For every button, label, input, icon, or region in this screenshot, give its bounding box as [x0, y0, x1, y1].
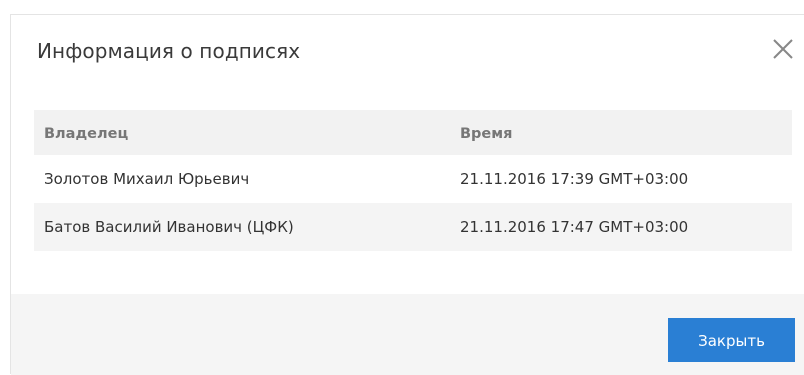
column-header-time: Время	[460, 126, 513, 142]
table-header: Владелец Время	[34, 110, 792, 155]
time-cell: 21.11.2016 17:39 GMT+03:00	[460, 170, 689, 188]
time-cell: 21.11.2016 17:47 GMT+03:00	[460, 218, 689, 236]
table-row: Золотов Михаил Юрьевич 21.11.2016 17:39 …	[34, 155, 792, 203]
dialog-title: Информация о подписях	[37, 39, 301, 63]
close-button[interactable]: Закрыть	[668, 318, 795, 362]
owner-cell: Батов Василий Иванович (ЦФК)	[44, 218, 294, 236]
signature-info-dialog: Информация о подписях Владелец Время Зол…	[10, 14, 804, 375]
signatures-table: Владелец Время Золотов Михаил Юрьевич 21…	[34, 110, 792, 251]
close-icon[interactable]	[769, 35, 797, 63]
column-header-owner: Владелец	[44, 126, 129, 142]
owner-cell: Золотов Михаил Юрьевич	[44, 170, 250, 188]
table-row: Батов Василий Иванович (ЦФК) 21.11.2016 …	[34, 203, 792, 251]
